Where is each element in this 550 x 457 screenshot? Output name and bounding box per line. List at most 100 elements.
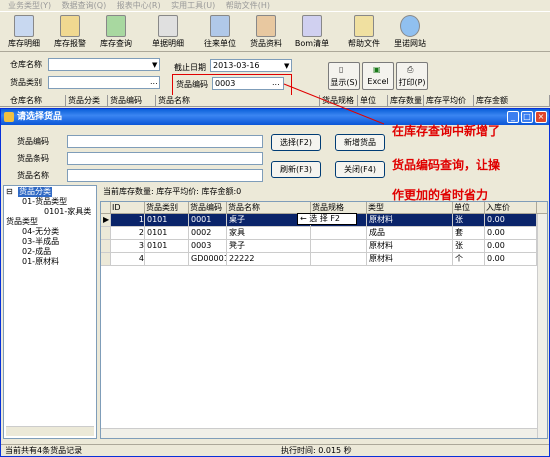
table-cell[interactable]: 0001 — [189, 214, 227, 227]
table-cell[interactable]: 0.00 — [485, 227, 537, 240]
annotation-line-1: 在库存查询中新增了 — [392, 124, 501, 138]
code-browse-button[interactable]: ... — [272, 78, 280, 88]
table-vscrollbar[interactable] — [537, 214, 547, 438]
tree-scrollbar[interactable] — [6, 426, 94, 436]
warehouse-select[interactable] — [48, 58, 160, 71]
tree-expand-icon[interactable]: ⊟ — [6, 187, 13, 197]
close-button[interactable]: 关闭(F4) — [335, 161, 385, 178]
annotation-line-2: 货品编码查询，让操 — [392, 158, 501, 172]
category-field[interactable] — [48, 76, 160, 89]
tree-node[interactable]: 04-无分类 — [22, 227, 59, 237]
th-code[interactable]: 货品编码 — [189, 202, 227, 214]
menu-business[interactable]: 业务类型(Y) — [8, 0, 51, 11]
th-type[interactable]: 类型 — [367, 202, 453, 214]
tree-root[interactable]: 货品分类 — [18, 187, 52, 197]
table-cell[interactable]: GD00001 — [189, 253, 227, 266]
table-cell[interactable]: 0.00 — [485, 240, 537, 253]
table-cell[interactable]: 0.00 — [485, 214, 537, 227]
category-browse-button[interactable]: ... — [150, 77, 158, 87]
table-cell[interactable] — [145, 253, 189, 266]
col-code[interactable]: 货品编码 — [108, 95, 156, 107]
table-cell[interactable]: 张 — [453, 214, 485, 227]
tree-node[interactable]: 货品类型 — [6, 217, 38, 227]
table-hscrollbar[interactable] — [101, 428, 537, 438]
col-amount[interactable]: 库存金额 — [474, 95, 550, 107]
col-qty[interactable]: 库存数量 — [388, 95, 424, 107]
table-cell[interactable]: 原材料 — [367, 253, 453, 266]
stock-alarm-button[interactable]: 库存报警 — [50, 14, 90, 50]
category-label: 货品类别 — [10, 78, 42, 87]
bom-button[interactable]: Bom清单 — [292, 14, 332, 50]
table-cell[interactable]: 0101 — [145, 214, 189, 227]
excel-icon: ▣ — [373, 65, 381, 74]
table-cell[interactable]: 3 — [111, 240, 145, 253]
minimize-icon[interactable]: _ — [507, 111, 519, 123]
th-id[interactable]: ID — [111, 202, 145, 214]
th-category[interactable]: 货品类别 — [145, 202, 189, 214]
tree-node[interactable]: 03-半成品 — [22, 237, 59, 247]
menu-tools[interactable]: 实用工具(U) — [171, 0, 215, 11]
table-cell[interactable]: 0002 — [189, 227, 227, 240]
dlg-code-field[interactable] — [67, 135, 263, 148]
table-cell[interactable]: 0101 — [145, 227, 189, 240]
add-product-button[interactable]: 新增货品 — [335, 134, 385, 151]
table-cell[interactable]: 2 — [111, 227, 145, 240]
refresh-button[interactable]: 刷新(F3) — [271, 161, 321, 178]
bill-detail-button[interactable]: 单据明细 — [148, 14, 188, 50]
code-label: 货品编码 — [176, 80, 208, 89]
select-button[interactable]: 选择(F2) — [271, 134, 321, 151]
table-cell[interactable]: 原材料 — [367, 214, 453, 227]
annotation-line-3: 作更加的省时省力 — [392, 188, 489, 202]
tree-node[interactable]: 01-货品类型 — [22, 197, 67, 207]
dlg-barcode-field[interactable] — [67, 152, 263, 165]
table-cell[interactable] — [311, 240, 367, 253]
row-indicator[interactable] — [101, 240, 111, 253]
table-cell[interactable]: 成品 — [367, 227, 453, 240]
maximize-icon[interactable]: □ — [521, 111, 533, 123]
date-picker[interactable]: 2013-03-16 — [210, 59, 292, 72]
table-cell[interactable]: 个 — [453, 253, 485, 266]
select-tooltip: ← 选 择 F2 — [297, 213, 357, 225]
dlg-name-field[interactable] — [67, 169, 263, 182]
table-cell[interactable]: 0.00 — [485, 253, 537, 266]
table-cell[interactable]: 家具 — [227, 227, 311, 240]
current-row-indicator[interactable]: ▶ — [101, 214, 111, 227]
exec-time: 执行时间: 0.015 秒 — [281, 446, 352, 455]
tree-node[interactable]: 02-成品 — [22, 247, 51, 257]
col-category[interactable]: 货品分类 — [66, 95, 108, 107]
table-cell[interactable] — [311, 227, 367, 240]
table-cell[interactable]: 0003 — [189, 240, 227, 253]
website-button[interactable]: 里诺网站 — [390, 14, 430, 50]
th-inprice[interactable]: 入库价 — [485, 202, 537, 214]
menu-query[interactable]: 数据查询(Q) — [62, 0, 107, 11]
tree-node[interactable]: 0101-家具类 — [44, 207, 91, 217]
menu-bar: 业务类型(Y) 数据查询(Q) 报表中心(R) 实用工具(U) 帮助文件(H) — [0, 0, 550, 12]
table-cell[interactable]: 凳子 — [227, 240, 311, 253]
chevron-down-icon: ▼ — [284, 62, 290, 70]
row-indicator[interactable] — [101, 253, 111, 266]
table-cell[interactable]: 套 — [453, 227, 485, 240]
close-icon[interactable]: × — [535, 111, 547, 123]
stock-query-button[interactable]: 库存查询 — [96, 14, 136, 50]
table-cell[interactable]: 原材料 — [367, 240, 453, 253]
col-warehouse[interactable]: 仓库名称 — [8, 95, 66, 107]
col-avgprice[interactable]: 库存平均价 — [424, 95, 474, 107]
stock-alarm-icon — [60, 15, 80, 37]
product-button[interactable]: 货品资料 — [246, 14, 286, 50]
partner-button[interactable]: 往来单位 — [200, 14, 240, 50]
table-cell[interactable]: 0101 — [145, 240, 189, 253]
menu-help[interactable]: 帮助文件(H) — [226, 0, 270, 11]
th-unit[interactable]: 单位 — [453, 202, 485, 214]
help-button[interactable]: 帮助文件 — [344, 14, 384, 50]
table-cell[interactable]: 22222 — [227, 253, 311, 266]
stock-detail-label: 库存明细 — [8, 39, 40, 48]
table-cell[interactable]: 1 — [111, 214, 145, 227]
bom-label: Bom清单 — [294, 39, 330, 48]
table-cell[interactable] — [311, 253, 367, 266]
table-cell[interactable]: 张 — [453, 240, 485, 253]
stock-detail-button[interactable]: 库存明细 — [4, 14, 44, 50]
tree-node[interactable]: 01-原材料 — [22, 257, 59, 267]
table-cell[interactable]: 4 — [111, 253, 145, 266]
menu-report[interactable]: 报表中心(R) — [117, 0, 161, 11]
row-indicator[interactable] — [101, 227, 111, 240]
